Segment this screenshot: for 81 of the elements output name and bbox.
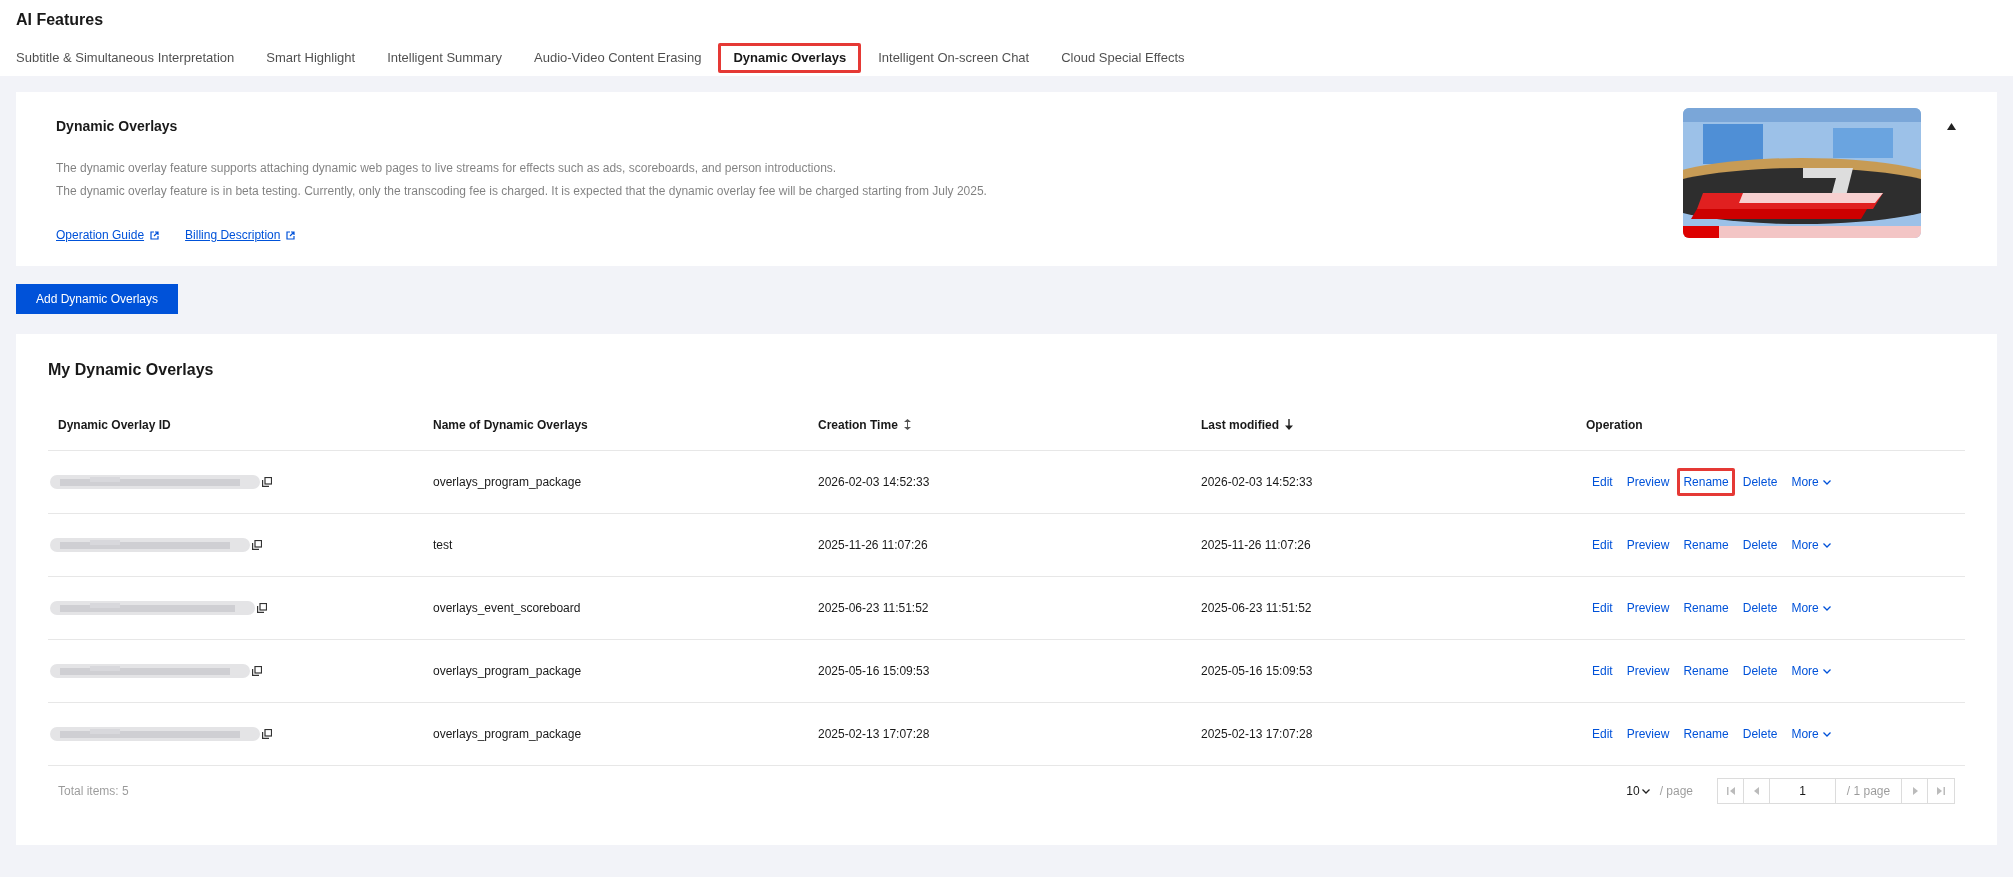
- chevron-down-icon: [1822, 605, 1831, 611]
- column-header: Last modified: [1201, 416, 1279, 434]
- copy-icon[interactable]: [262, 729, 272, 739]
- table-cell: overlays_event_scoreboard: [433, 601, 581, 615]
- page-size-select[interactable]: 10: [1626, 782, 1650, 800]
- action-link[interactable]: Rename: [1677, 720, 1735, 748]
- copy-icon[interactable]: [257, 603, 267, 613]
- more-menu-button[interactable]: More: [1785, 468, 1837, 496]
- column-header: Operation: [1586, 416, 1643, 434]
- chevron-down-icon: [1822, 542, 1831, 548]
- action-link[interactable]: Edit: [1586, 594, 1619, 622]
- action-link[interactable]: Preview: [1620, 657, 1676, 685]
- external-link-icon: [286, 230, 296, 240]
- action-link[interactable]: Rename: [1677, 657, 1735, 685]
- table-cell: 2025-11-26 11:07:26: [818, 538, 928, 552]
- tab[interactable]: Smart Highlight: [251, 43, 371, 73]
- sort-icon[interactable]: [903, 419, 911, 430]
- chevron-down-icon: [1822, 731, 1831, 737]
- action-link[interactable]: Preview: [1620, 468, 1676, 496]
- action-link[interactable]: Edit: [1586, 657, 1619, 685]
- column-header: Dynamic Overlay ID: [58, 416, 171, 434]
- table-cell: 2025-06-23 11:51:52: [1201, 601, 1312, 615]
- copy-icon[interactable]: [252, 666, 262, 676]
- external-link[interactable]: Operation Guide: [56, 226, 160, 244]
- action-link[interactable]: Preview: [1620, 531, 1676, 559]
- intro-title: Dynamic Overlays: [56, 117, 178, 136]
- collapse-toggle[interactable]: [1945, 120, 1957, 132]
- more-menu-button[interactable]: More: [1785, 657, 1837, 685]
- tab[interactable]: Subtitle & Simultaneous Interpretation: [1, 43, 250, 73]
- table-cell: 2025-02-13 17:07:28: [1201, 727, 1313, 741]
- copy-icon[interactable]: [252, 540, 262, 550]
- table-cell: overlays_program_package: [433, 664, 582, 678]
- section-title: My Dynamic Overlays: [48, 360, 214, 380]
- per-page-label: / page: [1659, 783, 1693, 800]
- more-menu-button[interactable]: More: [1785, 720, 1837, 748]
- action-link[interactable]: Delete: [1736, 468, 1784, 496]
- action-link[interactable]: Edit: [1586, 468, 1619, 496]
- tab[interactable]: Intelligent Summary: [372, 43, 517, 73]
- description-text: The dynamic overlay feature is in beta testing. Currently, only the transcoding fee is charged. It is expected that the dynamic overlay fee will be charged starting from July 2025.: [56, 183, 987, 200]
- page-input[interactable]: 1: [1770, 779, 1836, 803]
- action-link[interactable]: Delete: [1736, 657, 1784, 685]
- action-link[interactable]: Delete: [1736, 594, 1784, 622]
- table-cell: 2026-02-03 14:52:33: [818, 475, 930, 489]
- tab[interactable]: Intelligent On-screen Chat: [863, 43, 1045, 73]
- table-cell: overlays_program_package: [433, 475, 582, 489]
- more-menu-button[interactable]: More: [1785, 531, 1837, 559]
- action-link[interactable]: Preview: [1620, 594, 1676, 622]
- table-cell: overlays_program_package: [433, 727, 582, 741]
- chevron-down-icon: [1822, 479, 1831, 485]
- page-count: / 1 page: [1836, 779, 1902, 803]
- action-link[interactable]: Delete: [1736, 720, 1784, 748]
- page-title: AI Features: [16, 10, 104, 30]
- action-link[interactable]: Edit: [1586, 720, 1619, 748]
- chevron-down-icon: [1822, 668, 1831, 674]
- chevron-down-icon: [1641, 788, 1650, 794]
- table-cell: 2025-05-16 15:09:53: [818, 664, 930, 678]
- table-cell: 2025-02-13 17:07:28: [818, 727, 930, 741]
- table-cell: test: [433, 538, 453, 552]
- more-menu-button[interactable]: More: [1785, 594, 1837, 622]
- sort-descending-icon[interactable]: [1285, 419, 1293, 430]
- table-cell: 2025-11-26 11:07:26: [1201, 538, 1311, 552]
- tab[interactable]: Dynamic Overlays: [718, 43, 862, 73]
- copy-icon[interactable]: [262, 477, 272, 487]
- total-items: Total items: 5: [58, 783, 129, 800]
- action-link[interactable]: Preview: [1620, 720, 1676, 748]
- tab[interactable]: Audio-Video Content Erasing: [519, 43, 717, 73]
- external-link[interactable]: Billing Description: [185, 226, 296, 244]
- column-header: Name of Dynamic Overlays: [433, 416, 588, 434]
- table-cell: 2025-05-16 15:09:53: [1201, 664, 1313, 678]
- action-link[interactable]: Rename: [1677, 468, 1735, 496]
- tab[interactable]: Cloud Special Effects: [1046, 43, 1200, 73]
- column-header: Creation Time: [818, 416, 898, 434]
- add-button[interactable]: Add Dynamic Overlays: [16, 284, 179, 314]
- action-link[interactable]: Edit: [1586, 531, 1619, 559]
- action-link[interactable]: Delete: [1736, 531, 1784, 559]
- description-text: The dynamic overlay feature supports attaching dynamic web pages to live streams for effects such as ads, scoreboards, and person introductions.: [56, 160, 837, 177]
- table-cell: 2026-02-03 14:52:33: [1201, 475, 1313, 489]
- external-link-icon: [150, 230, 160, 240]
- table-cell: 2025-06-23 11:51:52: [818, 601, 929, 615]
- action-link[interactable]: Rename: [1677, 594, 1735, 622]
- action-link[interactable]: Rename: [1677, 531, 1735, 559]
